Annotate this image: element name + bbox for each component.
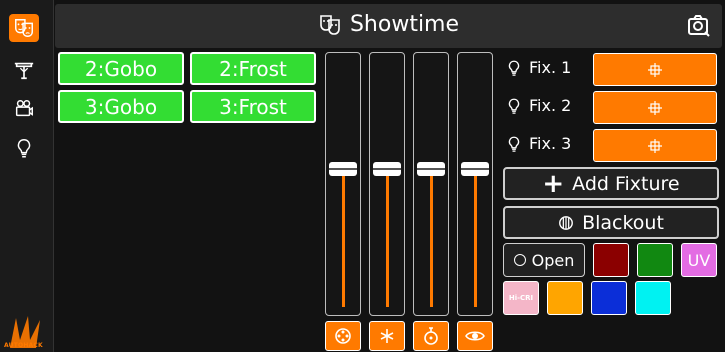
fader-slider[interactable] xyxy=(457,52,493,316)
open-label: Open xyxy=(531,250,575,270)
add-fixture-button[interactable]: + Add Fixture xyxy=(503,167,719,200)
fader-slider[interactable] xyxy=(325,52,361,316)
color-swatch-red[interactable] xyxy=(593,243,629,277)
blackout-label: Blackout xyxy=(582,211,664,234)
gobo-wheel-button[interactable] xyxy=(325,321,361,351)
circle-icon xyxy=(513,254,526,266)
color-swatch-blue[interactable] xyxy=(591,281,627,315)
theater-masks-icon xyxy=(320,14,340,35)
focus-button[interactable] xyxy=(413,321,449,351)
color-swatch-hicri[interactable]: Hi-CRI xyxy=(503,281,539,315)
sidebar-item-movie[interactable] xyxy=(9,95,39,123)
truss-icon xyxy=(14,62,34,80)
crosshair-icon xyxy=(648,138,662,153)
fader-knob[interactable] xyxy=(461,161,489,176)
frost-icon xyxy=(380,329,394,343)
fixture-select-button[interactable] xyxy=(593,91,717,124)
color-swatch-cyan[interactable] xyxy=(635,281,671,315)
fixture-select-button[interactable] xyxy=(593,53,717,86)
bulb-icon xyxy=(508,136,520,152)
blackout-button[interactable]: Blackout xyxy=(503,206,719,239)
page-title-text: Showtime xyxy=(349,12,460,37)
add-fixture-label: Add Fixture xyxy=(572,172,680,195)
fader-slider[interactable] xyxy=(413,52,449,316)
fader-track xyxy=(342,175,345,307)
gobo-wheel-icon xyxy=(335,328,351,344)
fixture-label-text: Fix. 2 xyxy=(529,96,572,115)
blackout-icon xyxy=(559,215,573,230)
sidebar-item-stage[interactable] xyxy=(9,56,39,84)
color-swatch-green[interactable] xyxy=(637,243,673,277)
fader-knob[interactable] xyxy=(373,161,401,176)
fixture-row: Fix. 2 xyxy=(501,90,723,126)
fixture-label: Fix. 3 xyxy=(505,134,571,153)
fixture-label-text: Fix. 3 xyxy=(529,134,572,153)
brand-logo-text: AUTOHACK xyxy=(4,342,43,349)
color-swatch-uv[interactable]: UV xyxy=(681,243,717,277)
uv-label: UV xyxy=(687,250,711,270)
hicri-label: Hi-CRI xyxy=(508,294,534,302)
fader-track xyxy=(386,175,389,307)
theater-masks-icon xyxy=(15,19,33,37)
header-bar: Showtime xyxy=(55,4,722,48)
crosshair-icon xyxy=(648,100,662,115)
fixture-label: Fix. 2 xyxy=(505,96,571,115)
fixture-select-button[interactable] xyxy=(593,129,717,162)
eye-icon xyxy=(465,331,485,341)
open-color-button[interactable]: Open xyxy=(503,243,585,277)
fixture-label: Fix. 1 xyxy=(505,58,571,77)
bulb-icon xyxy=(508,98,520,114)
fixture-row: Fix. 1 xyxy=(501,52,723,88)
sidebar-item-fixtures[interactable] xyxy=(9,134,39,162)
scene-grid: 2:Gobo 2:Frost 3:Gobo 3:Frost xyxy=(56,50,320,352)
color-swatch-amber[interactable] xyxy=(547,281,583,315)
eye-button[interactable] xyxy=(457,321,493,351)
scene-button[interactable]: 3:Gobo xyxy=(58,90,184,123)
fader-bank xyxy=(322,50,498,352)
scene-button[interactable]: 2:Frost xyxy=(190,52,316,85)
sidebar: AUTOHACK xyxy=(0,0,54,352)
fader-knob[interactable] xyxy=(329,161,357,176)
movie-camera-icon xyxy=(15,100,33,117)
plus-icon: + xyxy=(542,168,565,199)
fader-track xyxy=(474,175,477,307)
fixture-label-text: Fix. 1 xyxy=(529,58,572,77)
scene-button[interactable]: 3:Frost xyxy=(190,90,316,123)
fixture-row: Fix. 3 xyxy=(501,128,723,164)
camera-face-icon[interactable] xyxy=(686,13,712,39)
frost-button[interactable] xyxy=(369,321,405,351)
scene-button[interactable]: 2:Gobo xyxy=(58,52,184,85)
bulb-icon xyxy=(508,60,520,76)
lightbulb-icon xyxy=(17,139,31,158)
sidebar-item-scenes[interactable] xyxy=(9,14,39,42)
fader-slider[interactable] xyxy=(369,52,405,316)
fader-track xyxy=(430,175,433,307)
crosshair-icon xyxy=(648,62,662,77)
fixture-panel: Fix. 1 Fix. 2 Fix. 3 + Add Fixture Black… xyxy=(501,50,723,352)
focus-icon xyxy=(424,327,438,345)
fader-knob[interactable] xyxy=(417,161,445,176)
page-title: Showtime xyxy=(55,12,722,37)
